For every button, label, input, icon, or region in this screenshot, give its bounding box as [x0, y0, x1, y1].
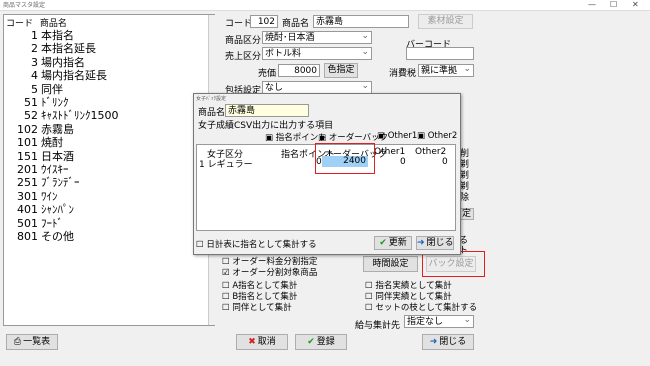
right-fragment: 削 — [460, 149, 470, 159]
row-kubun: 1 レギュラー — [199, 160, 253, 170]
list-item-name: その他 — [41, 230, 74, 243]
barcode-input[interactable] — [406, 47, 474, 60]
payroll-label: 給与集計先 — [355, 321, 401, 331]
list-view-button[interactable]: ⎙ 一覧表 — [6, 334, 58, 350]
back-settings-button[interactable]: バック設定 — [426, 256, 476, 272]
list-item[interactable]: 801 その他 — [4, 228, 209, 244]
product-list[interactable]: コード 商品名 1 本指名 2 本指名延長 3 場内指名 4 場内指名延長 5 同伴 51 ﾄﾞﾘﾝｸ… — [3, 14, 215, 326]
register-button[interactable]: ✔ 登録 — [295, 334, 347, 350]
name-label: 商品名 — [282, 19, 310, 29]
maximize-icon[interactable]: ☐ — [610, 0, 617, 9]
order-split-target-checkbox[interactable]: ☑ オーダー分割対象商品 — [222, 266, 317, 278]
col-header-other1: Other1 — [374, 147, 406, 157]
close-button[interactable]: ➜ 閉じる — [422, 334, 474, 350]
cancel-button[interactable]: ✖ 取消 — [236, 334, 288, 350]
orderback-highlight — [315, 143, 375, 174]
count-set-checkbox[interactable]: ☐ セットの枝として集計する — [365, 301, 477, 313]
category-label: 商品区分 — [225, 36, 262, 46]
material-settings-button[interactable]: 素材設定 — [418, 14, 473, 29]
minimize-icon[interactable]: — — [588, 0, 596, 9]
print-icon: ⎙ — [13, 337, 22, 347]
chk-other1[interactable]: ▣ Other1 — [377, 131, 417, 141]
chk-other2[interactable]: ▣ Other2 — [417, 131, 457, 141]
back-settings-dialog: 女子ﾊﾞｯｸ設定 商品名 赤霧島 女子成績CSV出力に出力する項目 ▣ 指名ポイ… — [193, 93, 461, 255]
close-icon[interactable]: ✕ — [632, 0, 639, 9]
count-dohan-checkbox[interactable]: ☐ 同伴として集計 — [222, 301, 292, 313]
code-label: コード — [225, 19, 253, 29]
tax-label: 消費税 — [389, 69, 417, 79]
sales-type-select[interactable]: ボトル料 — [262, 47, 372, 60]
price-input[interactable]: 8000 — [278, 64, 320, 77]
check-icon: ✔ — [379, 238, 387, 248]
right-fragment: 剃 — [460, 182, 470, 192]
check-icon: ✔ — [307, 337, 315, 347]
name-input[interactable]: 赤霧島 — [313, 15, 409, 28]
x-icon: ✖ — [248, 337, 256, 347]
code-input[interactable]: 102 — [250, 15, 278, 28]
row-other2: 0 — [442, 157, 448, 167]
exit-icon: ➜ — [429, 337, 438, 347]
right-fragment: 剃 — [460, 160, 470, 170]
right-partial-button[interactable]: 定 — [459, 208, 474, 220]
daily-count-checkbox[interactable]: ☐ 日計表に指名として集計する — [196, 238, 317, 250]
category-select[interactable]: 焼酎･日本酒 — [262, 31, 372, 44]
list-item-code: 801 — [17, 230, 38, 243]
payroll-select[interactable]: 指定なし — [404, 315, 474, 328]
time-settings-button[interactable]: 時間設定 — [363, 256, 418, 272]
exit-icon: ➜ — [417, 238, 425, 248]
update-button[interactable]: ✔ 更新 — [374, 236, 412, 250]
right-fragments: 削 剃 剃 剃 除 — [460, 149, 469, 204]
tax-select[interactable]: 親に準拠 — [418, 64, 474, 77]
dialog-title: 女子ﾊﾞｯｸ設定 — [196, 96, 227, 102]
dialog-close-button[interactable]: ➜ 閉じる — [416, 236, 454, 250]
row-other1: 0 — [400, 157, 406, 167]
csv-output-label: 女子成績CSV出力に出力する項目 — [198, 121, 334, 131]
dialog-name-field: 赤霧島 — [225, 104, 309, 117]
dialog-name-label: 商品名 — [198, 108, 226, 118]
col-header-other2: Other2 — [415, 147, 447, 157]
right-fragment: 除 — [460, 193, 470, 203]
price-label: 売価 — [258, 69, 277, 79]
color-button[interactable]: 色指定 — [324, 63, 358, 78]
window-title: 商品マスタ設定 — [3, 2, 46, 9]
title-bar: 商品マスタ設定 — ☐ ✕ — [0, 0, 650, 11]
sales-type-label: 売上区分 — [225, 52, 262, 62]
right-fragment: 剃 — [460, 171, 470, 181]
